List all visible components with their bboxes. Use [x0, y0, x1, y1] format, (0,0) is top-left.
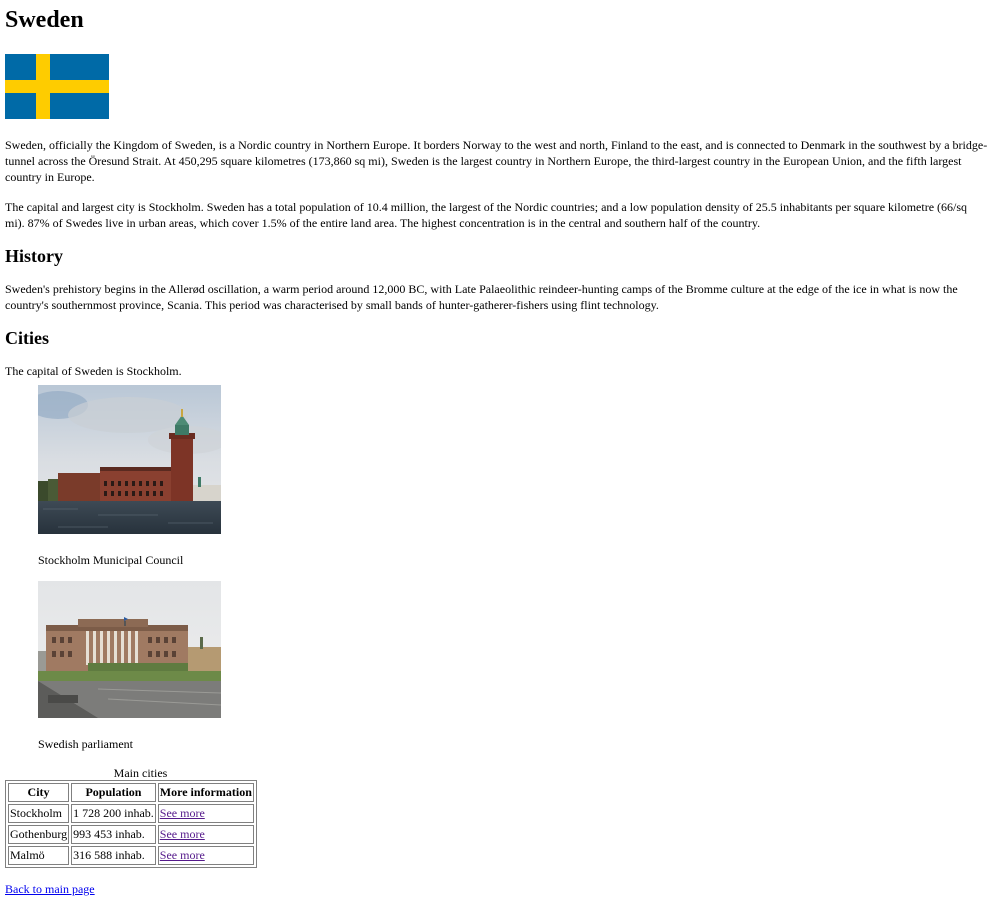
cities-paragraph: The capital of Sweden is Stockholm.	[5, 364, 182, 378]
city-cell: Stockholm	[8, 804, 70, 823]
intro-paragraph: Sweden, officially the Kingdom of Sweden…	[5, 138, 988, 184]
table-row: Stockholm 1 728 200 inhab. See more	[8, 804, 254, 823]
see-more-link-stockholm[interactable]: See more	[160, 806, 205, 820]
population-cell: 1 728 200 inhab.	[71, 804, 156, 823]
see-more-link-gothenburg[interactable]: See more	[160, 827, 205, 841]
table-caption: Main cities	[113, 766, 168, 780]
table-row: Gothenburg 993 453 inhab. See more	[8, 825, 254, 844]
see-more-link-malmo[interactable]: See more	[160, 848, 205, 862]
column-header-city: City	[8, 783, 70, 802]
table-header-row: City Population More information	[8, 783, 254, 802]
page: Sweden Sweden, officially the Kingdom of…	[0, 6, 990, 897]
figure-caption: Stockholm Municipal Council	[38, 553, 184, 567]
swedish-parliament-photo	[38, 581, 221, 718]
cities-heading: Cities	[5, 328, 49, 348]
more-info-cell: See more	[157, 804, 254, 823]
figure-swedish-parliament: Swedish parliament	[5, 581, 990, 752]
main-cities-table: City Population More information Stockho…	[5, 780, 257, 868]
history-heading: History	[5, 246, 63, 266]
page-title: Sweden	[5, 7, 84, 33]
population-cell: 316 588 inhab.	[71, 846, 156, 865]
column-header-more-information: More information	[157, 783, 254, 802]
population-cell: 993 453 inhab.	[71, 825, 156, 844]
population-paragraph: The capital and largest city is Stockhol…	[5, 200, 968, 230]
main-cities-table-wrapper: Main cities City Population More informa…	[5, 766, 276, 868]
back-to-main-page-link[interactable]: Back to main page	[5, 881, 990, 897]
history-paragraph: Sweden's prehistory begins in the Allerø…	[5, 282, 958, 312]
city-cell: Gothenburg	[8, 825, 70, 844]
city-cell: Malmö	[8, 846, 70, 865]
more-info-cell: See more	[157, 825, 254, 844]
figure-stockholm-city-hall: Stockholm Municipal Council	[5, 385, 990, 568]
column-header-population: Population	[71, 783, 156, 802]
more-info-cell: See more	[157, 846, 254, 865]
table-row: Malmö 316 588 inhab. See more	[8, 846, 254, 865]
stockholm-city-hall-photo	[38, 385, 221, 534]
sweden-flag-image	[5, 54, 109, 119]
figure-caption: Swedish parliament	[38, 737, 133, 751]
